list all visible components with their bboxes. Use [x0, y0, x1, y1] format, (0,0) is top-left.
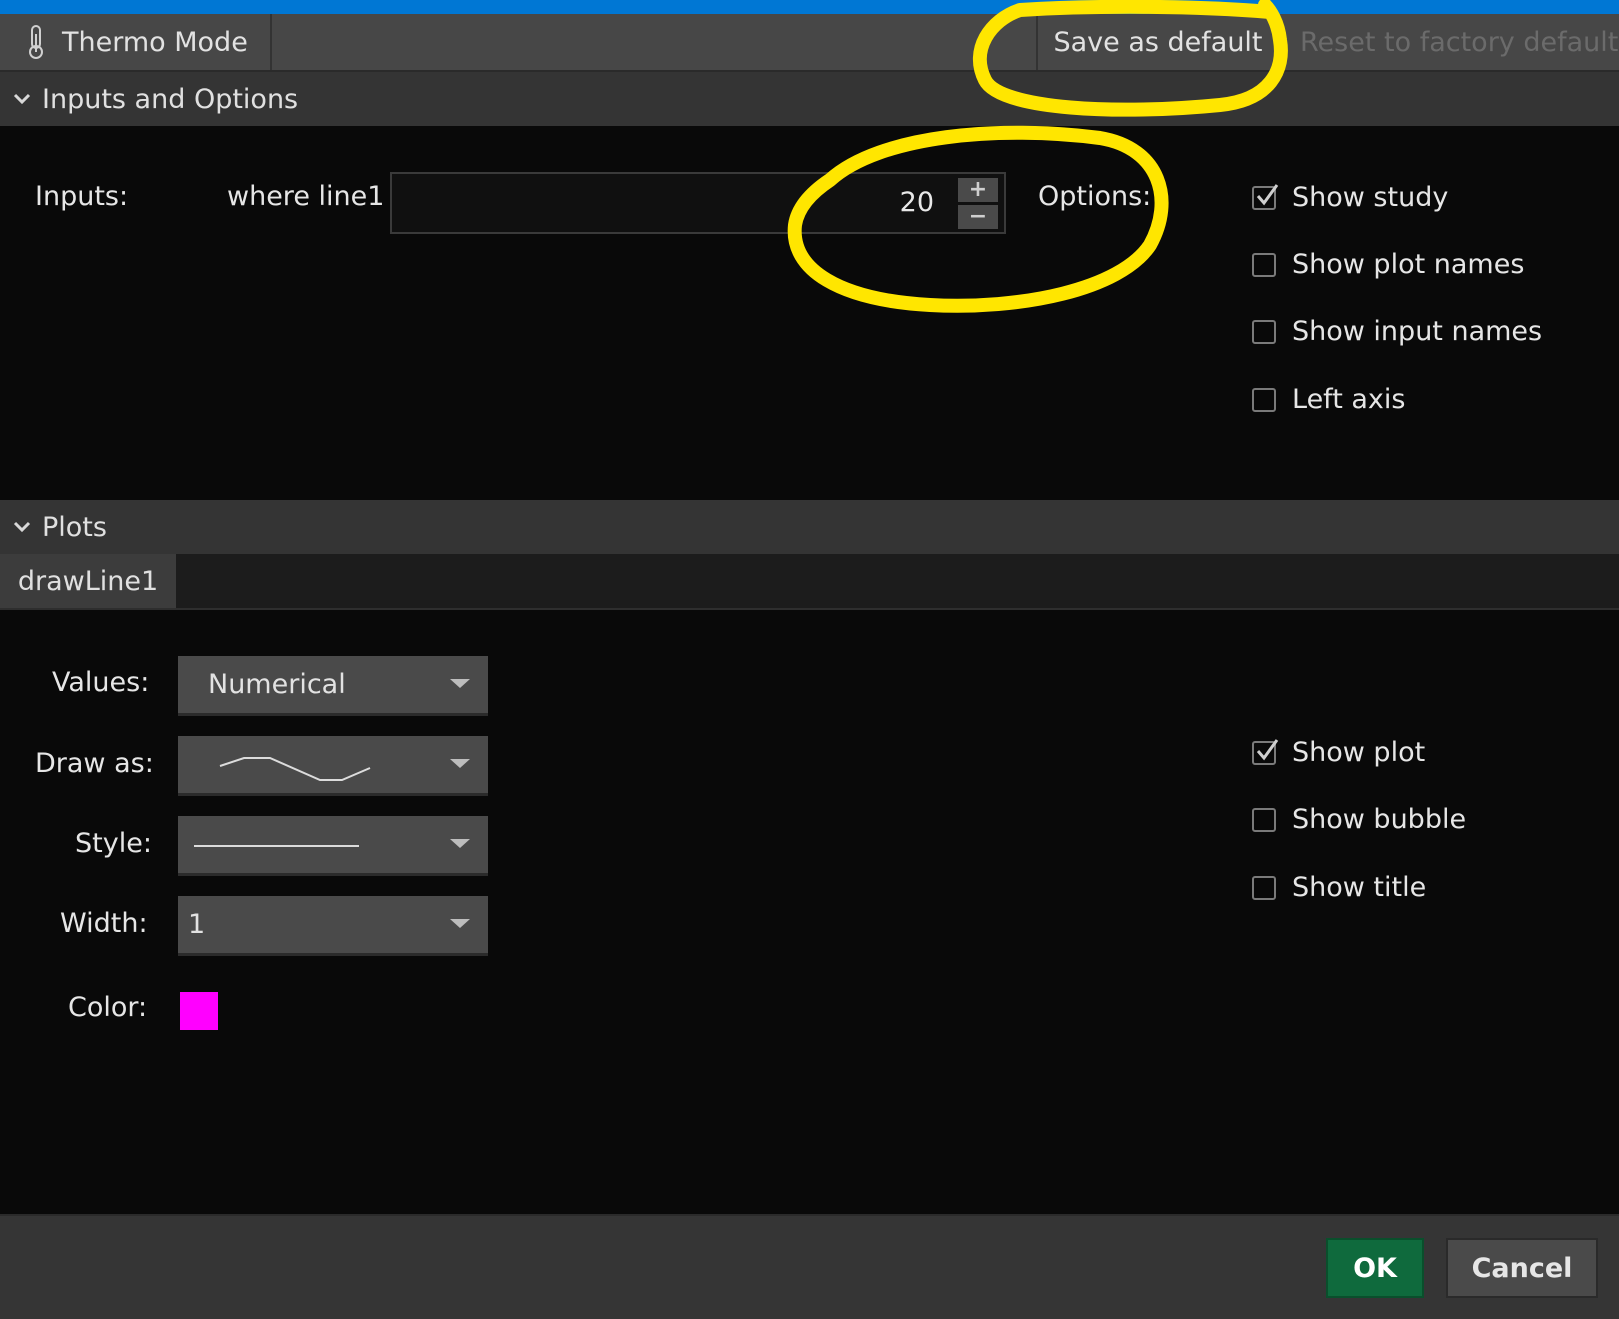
section-title: Plots — [42, 511, 107, 543]
values-label: Values: — [52, 667, 150, 698]
checkbox-label: Show study — [1292, 182, 1449, 213]
thermo-mode-label: Thermo Mode — [62, 26, 248, 58]
plot-tabs: drawLine1 — [0, 554, 1619, 610]
checkbox-unchecked — [1252, 319, 1276, 344]
checkbox-label: Show title — [1292, 872, 1427, 903]
ok-button[interactable]: OK — [1326, 1238, 1424, 1298]
line1-value: 20 — [899, 187, 934, 218]
inputs-label: Inputs: — [35, 181, 129, 212]
color-swatch[interactable] — [180, 992, 218, 1030]
checkmark-icon — [1256, 738, 1279, 760]
checkbox-label: Left axis — [1292, 384, 1406, 415]
values-selected: Numerical — [208, 669, 346, 700]
dropdown-arrow-icon — [450, 759, 470, 768]
style-dropdown[interactable] — [178, 816, 488, 876]
section-title: Inputs and Options — [42, 83, 299, 115]
toolbar: Thermo Mode Save as default Reset to fac… — [0, 14, 1619, 72]
dialog-footer: OK Cancel — [0, 1214, 1619, 1319]
reset-to-factory-default-label: Reset to factory default — [1300, 26, 1619, 58]
draw-as-dropdown[interactable] — [178, 736, 488, 796]
checkbox-label: Show input names — [1292, 316, 1543, 347]
solid-line-icon — [194, 845, 359, 847]
width-selected: 1 — [188, 909, 206, 940]
cancel-button[interactable]: Cancel — [1446, 1238, 1598, 1298]
line-chart-icon — [219, 757, 371, 781]
study-properties-dialog: Thermo Mode Save as default Reset to fac… — [0, 14, 1619, 1319]
input-field-label: where line1 — [227, 181, 385, 212]
color-label: Color: — [68, 992, 148, 1023]
plots-header[interactable]: Plots — [0, 500, 1619, 554]
show-plot-names-checkbox[interactable]: Show plot names — [1252, 249, 1524, 280]
thermometer-icon — [29, 25, 43, 59]
show-study-checkbox[interactable]: Show study — [1252, 182, 1448, 213]
values-dropdown[interactable]: Numerical — [178, 656, 488, 716]
checkbox-label: Show bubble — [1292, 804, 1467, 835]
chevron-down-icon — [13, 521, 31, 533]
checkbox-unchecked — [1252, 875, 1276, 900]
checkbox-checked — [1252, 183, 1279, 210]
checkbox-unchecked — [1252, 387, 1276, 412]
dropdown-arrow-icon — [450, 919, 470, 928]
width-label: Width: — [60, 908, 148, 939]
show-input-names-checkbox[interactable]: Show input names — [1252, 316, 1542, 347]
checkbox-label: Show plot — [1292, 737, 1426, 768]
dropdown-arrow-icon — [450, 679, 470, 688]
tab-drawline1[interactable]: drawLine1 — [0, 554, 176, 608]
checkbox-checked — [1252, 738, 1279, 765]
save-as-default-label: Save as default — [1053, 26, 1263, 58]
show-bubble-checkbox[interactable]: Show bubble — [1252, 804, 1466, 835]
checkbox-unchecked — [1252, 252, 1276, 277]
style-label: Style: — [75, 828, 152, 859]
inputs-and-options-header[interactable]: Inputs and Options — [0, 72, 1619, 126]
options-label: Options: — [1038, 181, 1152, 212]
save-as-default-button[interactable]: Save as default — [1036, 14, 1278, 70]
dropdown-arrow-icon — [450, 839, 470, 848]
thermo-mode-button[interactable]: Thermo Mode — [0, 14, 272, 70]
decrement-button[interactable]: − — [958, 205, 998, 229]
width-dropdown[interactable]: 1 — [178, 896, 488, 956]
checkbox-label: Show plot names — [1292, 249, 1525, 280]
line1-number-input[interactable]: 20 + − — [390, 172, 1006, 234]
reset-to-factory-default-button[interactable]: Reset to factory default — [1300, 14, 1619, 70]
show-plot-checkbox[interactable]: Show plot — [1252, 737, 1425, 768]
increment-button[interactable]: + — [958, 178, 998, 202]
checkbox-unchecked — [1252, 807, 1276, 832]
chevron-down-icon — [13, 93, 31, 105]
checkmark-icon — [1256, 183, 1279, 205]
draw-as-label: Draw as: — [35, 748, 154, 779]
left-axis-checkbox[interactable]: Left axis — [1252, 384, 1405, 415]
show-title-checkbox[interactable]: Show title — [1252, 872, 1426, 903]
